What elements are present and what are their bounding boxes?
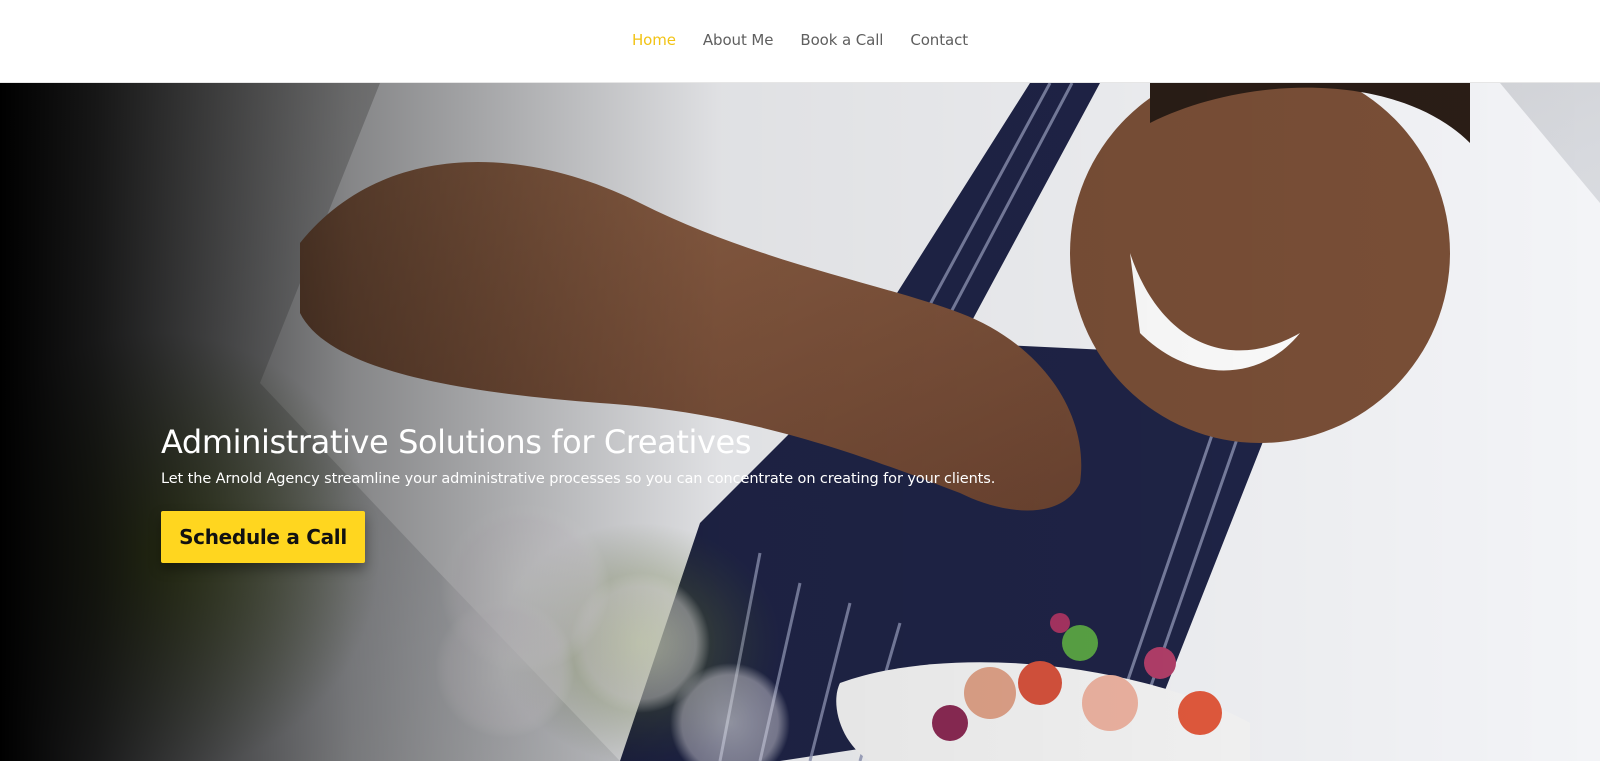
main-nav: Home About Me Book a Call Contact	[632, 31, 968, 49]
hero-content: Administrative Solutions for Creatives L…	[161, 423, 1061, 564]
hero-subtitle: Let the Arnold Agency streamline your ad…	[161, 471, 996, 488]
hero-section: Administrative Solutions for Creatives L…	[0, 83, 1600, 761]
hero-background-photo	[0, 83, 1600, 761]
schedule-call-button[interactable]: Schedule a Call	[161, 511, 365, 564]
hero-title: Administrative Solutions for Creatives	[161, 423, 752, 461]
nav-contact-link[interactable]: Contact	[910, 31, 968, 49]
nav-book-call-link[interactable]: Book a Call	[800, 31, 883, 49]
nav-home-link[interactable]: Home	[632, 31, 676, 49]
site-header: Home About Me Book a Call Contact	[0, 0, 1600, 83]
nav-about-link[interactable]: About Me	[703, 31, 774, 49]
